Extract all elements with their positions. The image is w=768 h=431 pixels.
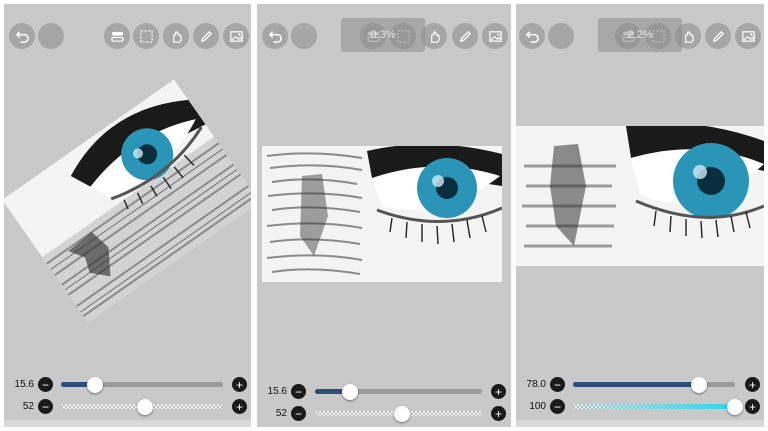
- brush-opacity-track[interactable]: [573, 404, 735, 409]
- pencil-icon: [459, 30, 471, 42]
- brush-opacity-fill: [573, 404, 735, 409]
- image-icon: [229, 30, 243, 42]
- drawing-canvas[interactable]: [516, 126, 764, 266]
- brush-size-knob[interactable]: [691, 377, 708, 393]
- brush-opacity-increase-button[interactable]: +: [745, 399, 760, 414]
- brush-opacity-decrease-button[interactable]: −: [291, 406, 306, 421]
- bottom-toolbar: [4, 420, 251, 427]
- brush-button[interactable]: [452, 23, 478, 49]
- brush-opacity-slider[interactable]: 100 − +: [516, 398, 764, 416]
- transform-percent-overlay: 2.2%: [598, 18, 682, 52]
- brush-button[interactable]: [705, 23, 731, 49]
- undo-icon: [15, 30, 29, 43]
- brush-opacity-value: 52: [22, 401, 34, 412]
- undo-icon: [525, 30, 539, 43]
- brush-opacity-increase-button[interactable]: +: [491, 406, 506, 421]
- color-swatch-button[interactable]: [38, 23, 64, 49]
- brush-opacity-decrease-button[interactable]: −: [550, 399, 565, 414]
- transform-hand-icon: [430, 30, 440, 43]
- color-swatch-button[interactable]: [548, 23, 574, 49]
- image-button[interactable]: [482, 23, 508, 49]
- selection-button[interactable]: [133, 23, 159, 49]
- image-button[interactable]: [223, 23, 249, 49]
- brush-opacity-knob[interactable]: [393, 406, 410, 422]
- pencil-icon: [200, 30, 212, 42]
- brush-opacity-slider[interactable]: 52 − +: [257, 405, 511, 423]
- brush-size-track[interactable]: [573, 382, 735, 387]
- brush-size-slider[interactable]: 78.0 − +: [516, 376, 764, 394]
- undo-button[interactable]: [262, 23, 288, 49]
- brush-opacity-value: 100: [529, 401, 546, 412]
- brush-size-knob[interactable]: [342, 384, 359, 400]
- drawing-canvas[interactable]: [262, 146, 502, 282]
- panel-canvas-zoomed: 2.2% 78.0 − + 100 − +: [516, 4, 764, 427]
- transform-hand-icon: [684, 30, 694, 43]
- brush-size-slider[interactable]: 15.6 − +: [257, 383, 511, 401]
- transform-hand-icon: [172, 30, 182, 43]
- transform-percent-overlay: 0.3%: [341, 18, 425, 52]
- brush-size-track[interactable]: [315, 389, 482, 394]
- brush-opacity-increase-button[interactable]: +: [232, 399, 247, 414]
- brush-size-decrease-button[interactable]: −: [38, 377, 53, 392]
- eye-artwork: [262, 146, 502, 282]
- brush-opacity-knob[interactable]: [137, 399, 154, 415]
- selection-icon: [139, 29, 153, 43]
- layer-toggle-icon: [110, 31, 124, 42]
- brush-size-knob[interactable]: [87, 377, 104, 393]
- brush-size-value: 15.6: [267, 386, 287, 397]
- drawing-canvas[interactable]: [4, 79, 251, 323]
- brush-size-slider[interactable]: 15.6 − +: [4, 376, 251, 394]
- color-swatch-button[interactable]: [291, 23, 317, 49]
- brush-opacity-value: 52: [275, 408, 287, 419]
- eye-artwork: [516, 126, 764, 266]
- brush-opacity-decrease-button[interactable]: −: [38, 399, 53, 414]
- undo-icon: [268, 30, 282, 43]
- image-button[interactable]: [735, 23, 761, 49]
- layer-toggle-button[interactable]: [104, 23, 130, 49]
- brush-size-track[interactable]: [61, 382, 223, 387]
- panel-canvas-wide: 0.3% 15.6 − + 52 − +: [257, 4, 511, 427]
- brush-size-increase-button[interactable]: +: [491, 384, 506, 399]
- brush-button[interactable]: [193, 23, 219, 49]
- undo-button[interactable]: [519, 23, 545, 49]
- brush-opacity-slider[interactable]: 52 − +: [4, 398, 251, 416]
- pencil-icon: [712, 30, 724, 42]
- eye-artwork: [4, 79, 251, 323]
- panel-rotated-canvas: 15.6 − + 52 − +: [4, 4, 251, 427]
- transform-percent: 2.2%: [627, 29, 653, 41]
- brush-size-value: 78.0: [526, 379, 546, 390]
- brush-opacity-knob[interactable]: [727, 399, 743, 415]
- brush-size-increase-button[interactable]: +: [232, 377, 247, 392]
- brush-size-fill: [573, 382, 700, 387]
- brush-size-value: 15.6: [14, 379, 34, 390]
- image-icon: [741, 30, 755, 42]
- transform-button[interactable]: [163, 23, 189, 49]
- brush-size-decrease-button[interactable]: −: [550, 377, 565, 392]
- image-icon: [488, 30, 502, 42]
- transform-percent: 0.3%: [370, 29, 396, 41]
- brush-size-increase-button[interactable]: +: [745, 377, 760, 392]
- bottom-toolbar: [516, 420, 764, 427]
- undo-button[interactable]: [9, 23, 35, 49]
- brush-size-decrease-button[interactable]: −: [291, 384, 306, 399]
